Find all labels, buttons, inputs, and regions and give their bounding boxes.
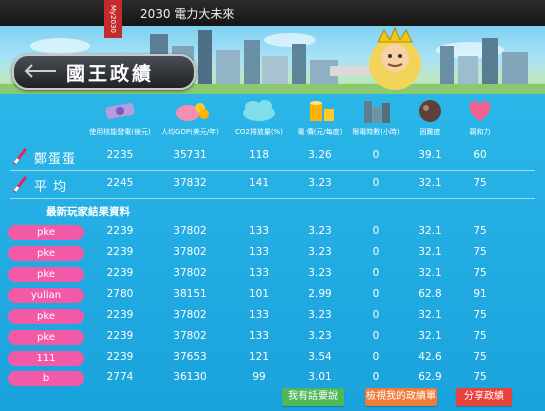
average-label: 平 均 (34, 180, 68, 195)
value-affinity: 60 (473, 149, 487, 161)
my2030-ribbon[interactable]: My2030 (104, 0, 122, 38)
view-policy-button[interactable]: 檢視我的政績單 (365, 388, 437, 406)
piggy-bank-icon (176, 103, 209, 121)
value-gdp: 37802 (173, 225, 207, 237)
value-co2: 99 (252, 371, 266, 383)
nuclear-cost-icon (105, 103, 135, 119)
page-title: 國王政績 (66, 63, 155, 85)
value-nuclear: 2780 (106, 288, 134, 300)
player-name-pill[interactable]: pke (8, 246, 84, 261)
value-nuclear: 2239 (106, 246, 134, 258)
co2-cloud-icon (243, 100, 275, 121)
app-title: 2030 電力大未來 (140, 7, 235, 21)
latest-row: pke 2239 37802 133 3.23 0 32.1 75 (0, 243, 545, 265)
column-header: 人均GDP(美元/年) (155, 97, 225, 137)
average-row: 平 均 2245 37832 141 3.23 0 32.1 75 (0, 174, 545, 196)
value-affinity: 75 (473, 309, 487, 321)
value-nuclear: 2774 (106, 371, 134, 383)
ribbon-label: My2030 (109, 5, 117, 33)
value-affinity: 75 (473, 351, 487, 363)
player-name-pill[interactable]: pke (8, 309, 84, 324)
latest-row: b 2774 36130 99 3.01 0 62.9 75 (0, 368, 545, 390)
value-co2: 101 (248, 288, 270, 300)
value-co2: 133 (248, 330, 270, 342)
column-header: CO2排放量(%) (224, 97, 294, 137)
value-nuclear: 2245 (106, 177, 134, 189)
value-nuclear: 2239 (106, 225, 134, 237)
heart-icon (469, 101, 491, 121)
column-header: 使用核能發電(億元) (85, 97, 155, 137)
player-name-pill[interactable]: 111 (8, 351, 84, 366)
value-gdp: 37802 (173, 330, 207, 342)
pencil-icon (13, 176, 27, 193)
player-row: 鄭蛋蛋 2235 35731 118 3.26 0 39.1 60 (0, 146, 545, 168)
player-name-pill[interactable]: pke (8, 267, 84, 282)
pencil-icon (13, 148, 27, 165)
value-co2: 118 (248, 149, 270, 161)
talk-button[interactable]: 我有話要說 (282, 388, 344, 406)
value-co2: 133 (248, 246, 270, 258)
divider (10, 198, 535, 199)
value-gdp: 37832 (173, 177, 207, 189)
share-button[interactable]: 分享政績 (456, 388, 512, 406)
player-name-pill[interactable]: yulian (8, 288, 84, 303)
value-nuclear: 2235 (106, 149, 134, 161)
value-nuclear: 2239 (106, 309, 134, 321)
value-affinity: 75 (473, 177, 487, 189)
latest-row: 111 2239 37653 121 3.54 0 42.6 75 (0, 348, 545, 370)
title-plate: 國王政績 (12, 54, 196, 90)
top-bar: 2030 電力大未來 (0, 0, 545, 26)
difficulty-icon (419, 100, 441, 122)
results-table: 使用核能發電(億元) 人均GDP(美元/年) CO2排放量(%) 電 價(元/每… (0, 94, 545, 411)
back-arrow-icon[interactable] (22, 62, 58, 80)
coins-icon (310, 101, 334, 121)
value-co2: 133 (248, 225, 270, 237)
value-co2: 133 (248, 309, 270, 321)
column-label: 人均GDP(美元/年) (161, 128, 219, 136)
game-screen: 2030 電力大未來 My2030 國王政績 使用核能發電(億元) 人均GDP(… (0, 0, 545, 411)
value-gdp: 37653 (173, 351, 207, 363)
latest-row: yulian 2780 38151 101 2.99 0 62.8 91 (0, 285, 545, 307)
city-icon (364, 101, 390, 123)
value-gdp: 38151 (173, 288, 207, 300)
value-nuclear: 2239 (106, 330, 134, 342)
value-affinity: 75 (473, 225, 487, 237)
value-nuclear: 2239 (106, 351, 134, 363)
player-name-pill[interactable]: pke (8, 330, 84, 345)
latest-row: pke 2239 37802 133 3.23 0 32.1 75 (0, 306, 545, 328)
latest-row: pke 2239 37802 133 3.23 0 32.1 75 (0, 327, 545, 349)
column-label: CO2排放量(%) (235, 128, 283, 136)
player-name-pill[interactable]: pke (8, 225, 84, 240)
section-title: 最新玩家結果資料 (46, 206, 130, 218)
value-gdp: 37802 (173, 309, 207, 321)
value-affinity: 91 (473, 288, 487, 300)
divider (10, 170, 535, 171)
city-banner: 國王政績 (0, 26, 545, 94)
value-affinity: 75 (473, 371, 487, 383)
value-affinity: 75 (473, 330, 487, 342)
latest-row: pke 2239 37802 133 3.23 0 32.1 75 (0, 222, 545, 244)
value-gdp: 37802 (173, 246, 207, 258)
column-header: 親和力 (445, 97, 515, 137)
value-co2: 141 (248, 177, 270, 189)
value-affinity: 75 (473, 267, 487, 279)
value-gdp: 35731 (173, 149, 207, 161)
value-co2: 133 (248, 267, 270, 279)
latest-row: pke 2239 37802 133 3.23 0 32.1 75 (0, 264, 545, 286)
player-name: 鄭蛋蛋 (34, 152, 77, 167)
column-label: 親和力 (469, 128, 491, 136)
player-name-pill[interactable]: b (8, 371, 84, 386)
value-affinity: 75 (473, 246, 487, 258)
value-nuclear: 2239 (106, 267, 134, 279)
value-co2: 121 (248, 351, 270, 363)
value-gdp: 36130 (173, 371, 207, 383)
column-label: 使用核能發電(億元) (89, 128, 151, 136)
value-gdp: 37802 (173, 267, 207, 279)
